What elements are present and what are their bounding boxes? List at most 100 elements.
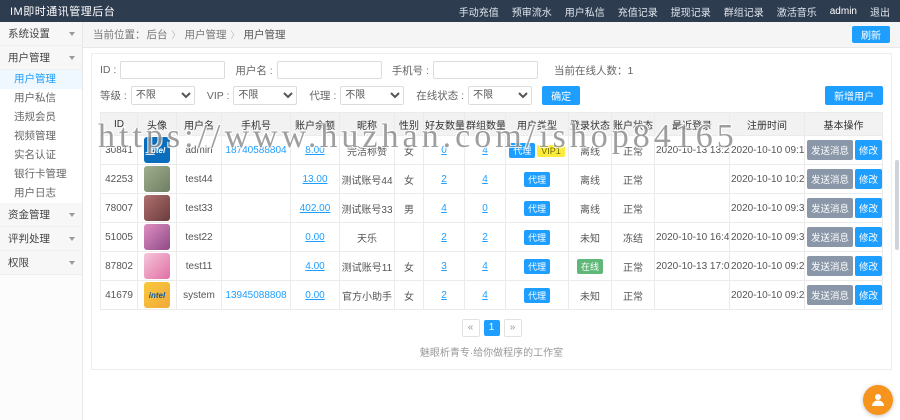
cell-gender	[395, 223, 424, 252]
breadcrumb-item[interactable]: 后台	[147, 27, 168, 42]
cell-user-type: 代理	[506, 165, 569, 194]
edit-button[interactable]: 修改	[855, 198, 882, 218]
sidebar-item[interactable]: 违规会员	[0, 108, 82, 127]
sidebar-group[interactable]: 资金管理	[0, 203, 82, 227]
filter-username-input[interactable]	[277, 61, 382, 79]
send-message-button[interactable]: 发送消息	[807, 198, 853, 218]
groups-count-link[interactable]: 2	[482, 232, 488, 243]
sidebar-item[interactable]: 视频管理	[0, 127, 82, 146]
sidebar-group-label: 权限	[8, 255, 29, 270]
cell-gender: 男	[395, 194, 424, 223]
friends-count-link[interactable]: 3	[441, 261, 447, 272]
filter-id-input[interactable]	[120, 61, 225, 79]
float-contact-button[interactable]	[863, 385, 893, 415]
friends-count-link[interactable]: 2	[441, 232, 447, 243]
app-title: IM即时通讯管理后台	[10, 3, 115, 19]
edit-button[interactable]: 修改	[855, 140, 882, 160]
sidebar-group[interactable]: 权限	[0, 251, 82, 275]
friends-count-link[interactable]: 2	[441, 290, 447, 301]
cell-groups: 4	[465, 252, 506, 281]
groups-count-link[interactable]: 4	[482, 174, 488, 185]
send-message-button[interactable]: 发送消息	[807, 140, 853, 160]
groups-count-link[interactable]: 4	[482, 145, 488, 156]
filter-phone-input[interactable]	[433, 61, 538, 79]
balance-link[interactable]: 4.00	[305, 261, 324, 272]
topbar-menu-item[interactable]: 群组记录	[724, 4, 764, 19]
sidebar-group[interactable]: 评判处理	[0, 227, 82, 251]
cell-actions: 发送消息修改删除	[805, 281, 883, 310]
edit-button[interactable]: 修改	[855, 169, 882, 189]
groups-count-link[interactable]: 4	[482, 290, 488, 301]
filter-select[interactable]: 不限	[233, 86, 297, 105]
topbar-menu-item[interactable]: 手动充值	[459, 4, 499, 19]
scrollbar-thumb[interactable]	[895, 160, 899, 250]
cell-avatar: intel	[138, 136, 177, 165]
add-user-button[interactable]: 新增用户	[825, 86, 883, 105]
page-number[interactable]: 1	[484, 320, 500, 336]
filter-select[interactable]: 不限	[468, 86, 532, 105]
chevron-down-icon	[69, 237, 75, 241]
edit-button[interactable]: 修改	[855, 256, 882, 276]
balance-link[interactable]: 0.00	[305, 232, 324, 243]
cell-user-type: 代理	[506, 194, 569, 223]
topbar-menu-item[interactable]: 激活音乐	[777, 4, 817, 19]
layout: 系统设置用户管理用户管理用户私信违规会员视频管理实名认证银行卡管理用户日志资金管…	[0, 22, 900, 420]
sidebar-item[interactable]: 用户私信	[0, 89, 82, 108]
balance-link[interactable]: 0.00	[305, 290, 324, 301]
next-page-button[interactable]: »	[504, 319, 522, 337]
topbar-menu-item[interactable]: 充值记录	[618, 4, 658, 19]
topbar-menu-item[interactable]: 预审流水	[512, 4, 552, 19]
sidebar-group[interactable]: 用户管理	[0, 46, 82, 70]
topbar-username[interactable]: admin	[830, 6, 857, 17]
refresh-button[interactable]: 刷新	[852, 26, 890, 43]
phone-link[interactable]: 13945088808	[225, 290, 286, 301]
friends-count-link[interactable]: 0	[441, 145, 447, 156]
balance-link[interactable]: 13.00	[302, 174, 327, 185]
groups-count-link[interactable]: 4	[482, 261, 488, 272]
topbar-menu-item[interactable]: 用户私信	[565, 4, 605, 19]
phone-link[interactable]: 18740588804	[225, 145, 286, 156]
breadcrumb-item[interactable]: 用户管理	[244, 27, 286, 42]
table-row: 30841inteladmin187405888048.00完洁称赞女04代理V…	[101, 136, 883, 165]
pagination: «1»	[100, 319, 883, 337]
send-message-button[interactable]: 发送消息	[807, 227, 853, 247]
sidebar-item[interactable]: 用户日志	[0, 184, 82, 203]
filter-select[interactable]: 不限	[131, 86, 195, 105]
send-message-button[interactable]: 发送消息	[807, 285, 853, 305]
breadcrumb-item[interactable]: 用户管理	[185, 27, 227, 42]
topbar-menu-item[interactable]: 提现记录	[671, 4, 711, 19]
sidebar-group[interactable]: 系统设置	[0, 22, 82, 46]
groups-count-link[interactable]: 0	[482, 203, 488, 214]
cell-gender: 女	[395, 136, 424, 165]
cell-id: 51005	[101, 223, 138, 252]
topbar: IM即时通讯管理后台 手动充值预审流水用户私信充值记录提现记录群组记录激活音乐 a…	[0, 0, 900, 22]
balance-link[interactable]: 402.00	[300, 203, 331, 214]
filter-phone-label: 手机号 :	[392, 63, 429, 78]
send-message-button[interactable]: 发送消息	[807, 256, 853, 276]
balance-link[interactable]: 8.00	[305, 145, 324, 156]
breadcrumb-prefix: 当前位置：	[93, 27, 146, 42]
filter-select[interactable]: 不限	[340, 86, 404, 105]
table-header: ID头像用户名手机号账户余额昵称性别好友数量群组数量用户类型登录状态账户状态最近…	[101, 113, 883, 136]
edit-button[interactable]: 修改	[855, 227, 882, 247]
cell-login-status: 离线	[569, 165, 612, 194]
cell-friends: 3	[424, 252, 465, 281]
confirm-button[interactable]: 确定	[542, 86, 580, 105]
sidebar-item[interactable]: 银行卡管理	[0, 165, 82, 184]
table-row: 78007test33402.00测试账号33男40代理离线正常2020-10-…	[101, 194, 883, 223]
cell-friends: 4	[424, 194, 465, 223]
chevron-down-icon	[69, 32, 75, 36]
prev-page-button[interactable]: «	[462, 319, 480, 337]
send-message-button[interactable]: 发送消息	[807, 169, 853, 189]
edit-button[interactable]: 修改	[855, 285, 882, 305]
breadcrumb-bar: 当前位置：后台〉用户管理〉用户管理 刷新	[83, 22, 900, 48]
logout-button[interactable]: 退出	[870, 4, 890, 19]
friends-count-link[interactable]: 4	[441, 203, 447, 214]
chevron-down-icon	[69, 261, 75, 265]
login-status-badge: 在线	[577, 259, 603, 274]
friends-count-link[interactable]: 2	[441, 174, 447, 185]
column-header: 好友数量	[424, 113, 465, 136]
sidebar-item[interactable]: 实名认证	[0, 146, 82, 165]
filter-row-2: 等级 :不限VIP :不限代理 :不限在线状态 :不限 确定 新增用户	[100, 86, 883, 105]
sidebar-item[interactable]: 用户管理	[0, 70, 82, 89]
